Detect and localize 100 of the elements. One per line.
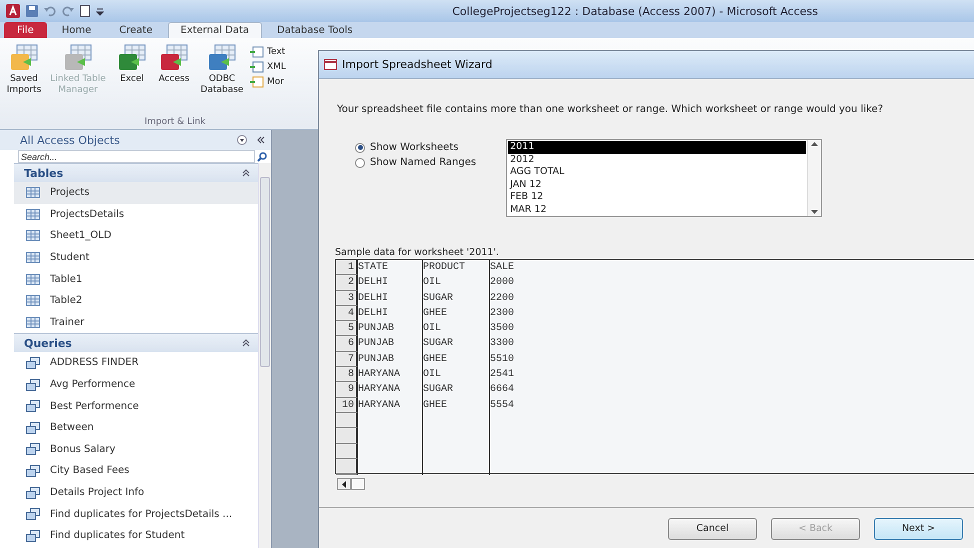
question-text: Your spreadsheet file contains more than one worksheet or range. Which worksheet or range would you like? (336, 104, 884, 115)
document-icon (250, 76, 264, 88)
row-number: 1 (336, 260, 358, 276)
window-title: CollegeProjectseg122 : Database (Access 2007) - Microsoft Access (452, 4, 818, 18)
table-cell: PUNJAB (358, 352, 423, 368)
list-item[interactable]: JAN 12 (508, 178, 806, 192)
document-icon (250, 46, 264, 58)
table-icon (26, 316, 40, 328)
row-number: 5 (336, 321, 358, 336)
row-number: 10 (336, 398, 358, 413)
window-icon (324, 59, 337, 70)
row-header (336, 458, 358, 474)
table-cell: OIL (423, 321, 490, 336)
ribbon-tab[interactable]: Create (106, 22, 166, 38)
query-icon (26, 422, 40, 434)
sample-label: Sample data for worksheet '2011'. (335, 247, 500, 258)
ribbon-button[interactable]: Access (154, 42, 194, 87)
customize-icon[interactable] (96, 6, 104, 16)
document-icon (250, 61, 264, 73)
table-cell: SUGAR (423, 290, 490, 306)
ribbon-tab[interactable]: External Data (168, 22, 262, 38)
ribbon-tab[interactable]: File (4, 22, 47, 38)
group-header[interactable]: Tables (14, 163, 258, 182)
pane-title: All Access Objects (20, 134, 121, 146)
table-icon (26, 187, 40, 198)
table-cell: HARYANA (358, 382, 423, 398)
scroll-left-icon[interactable] (337, 478, 351, 490)
table-cell-text: 3300 (490, 337, 516, 352)
row-header (336, 428, 358, 444)
dropdown-icon[interactable] (237, 135, 247, 145)
radio-option[interactable]: Show Named Ranges (355, 157, 476, 168)
dialog-button[interactable]: Cancel (668, 518, 757, 540)
table-arrow-icon (117, 44, 147, 72)
row-header (336, 444, 358, 459)
query-icon (26, 508, 40, 520)
query-icon (26, 378, 40, 391)
query-icon (26, 356, 40, 369)
save-icon[interactable] (26, 5, 38, 17)
table-cell: PUNJAB (358, 336, 423, 352)
query-icon (26, 400, 40, 412)
table-cell-text: 6664 (490, 383, 516, 398)
ribbon-small-button[interactable]: Text (250, 46, 286, 58)
ribbon-button[interactable]: Saved Imports (4, 42, 44, 98)
table-cell: GHEE (423, 352, 490, 368)
row-number: 6 (336, 336, 358, 352)
ribbon-button[interactable]: ODBC Database (196, 42, 248, 98)
table-icon (26, 230, 40, 242)
dialog-title: Import Spreadsheet Wizard (342, 58, 492, 71)
list-item[interactable]: AGG TOTAL (508, 166, 806, 179)
group-label: Import & Link (143, 117, 206, 127)
new-document-icon[interactable] (80, 5, 90, 17)
table-cell: SUGAR (423, 382, 490, 398)
nav-item[interactable]: Projects (14, 182, 258, 204)
ribbon-small-button[interactable]: XML (250, 61, 286, 73)
table-arrow-icon (159, 44, 189, 72)
table-cell: HARYANA (358, 398, 423, 413)
row-header (336, 412, 358, 428)
table-cell: HARYANA (358, 367, 423, 382)
list-item[interactable]: 2012 (508, 154, 806, 166)
chevron-icon (242, 339, 250, 348)
table-icon (26, 208, 40, 220)
ribbon-button[interactable]: Excel (112, 42, 152, 87)
ribbon-tab[interactable]: Database Tools (264, 22, 366, 38)
group-header[interactable]: Queries (14, 333, 258, 352)
scroll-down-icon[interactable] (811, 210, 818, 214)
app-icon[interactable] (6, 4, 20, 18)
table-cell-text: 2541 (490, 368, 516, 382)
table-cell-text: 2200 (490, 292, 516, 306)
table-icon (26, 252, 40, 264)
table-cell-text: SALE (490, 261, 516, 275)
row-number: 7 (336, 352, 358, 368)
list-item[interactable]: FEB 12 (508, 191, 806, 204)
search-icon[interactable] (257, 152, 267, 162)
ribbon-tab[interactable]: Home (48, 22, 104, 38)
row-number: 3 (336, 290, 358, 306)
row-number: 8 (336, 367, 358, 382)
collapse-icon[interactable] (257, 136, 265, 144)
query-icon (26, 464, 40, 477)
scrollbar[interactable] (258, 163, 271, 548)
table-cell: DELHI (358, 306, 423, 322)
folder-table-icon (9, 44, 39, 72)
scroll-thumb[interactable] (351, 478, 365, 490)
query-icon (26, 486, 40, 499)
list-item[interactable]: 2011 (508, 141, 806, 154)
dialog-button[interactable]: Next > (874, 518, 963, 540)
chevron-icon (242, 169, 250, 177)
table-cell-text: 2000 (490, 276, 516, 290)
worksheet-list[interactable]: 2011 2012 AGG TOTAL JAN 12 FEB 12 MAR 12 (506, 139, 822, 217)
table-cell: GHEE (423, 398, 490, 413)
scroll-up-icon[interactable] (811, 142, 818, 146)
radio-option[interactable]: Show Worksheets (355, 142, 476, 153)
list-item[interactable]: MAR 12 (508, 204, 806, 217)
table-cell: GHEE (423, 306, 490, 322)
table-arrow-icon (207, 44, 237, 72)
row-number: 2 (336, 275, 358, 291)
table-cell: PRODUCT (423, 260, 490, 276)
query-icon (26, 530, 40, 542)
search-field[interactable]: Search... (18, 150, 255, 163)
table-arrow-icon (63, 44, 93, 72)
ribbon-small-button[interactable]: Mor (250, 76, 286, 88)
